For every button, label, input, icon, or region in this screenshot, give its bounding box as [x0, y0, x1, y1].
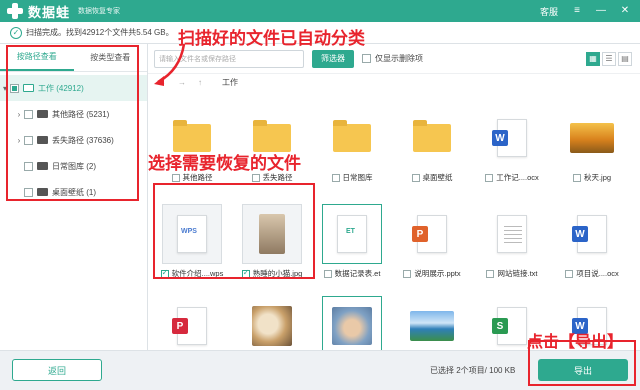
- file-checkbox[interactable]: [411, 173, 420, 182]
- file-item[interactable]: P 说明展示.pptx: [396, 200, 468, 294]
- ppt-doc-icon: P: [412, 215, 447, 253]
- filter-button[interactable]: 筛选器: [312, 49, 354, 68]
- title-bar: 数据蛙 数据恢复专家 客服 ≡ — ✕: [0, 0, 640, 22]
- detail-view-icon[interactable]: ▤: [618, 51, 632, 66]
- folder-icon: [333, 120, 371, 152]
- check-circle-icon: ✓: [10, 26, 22, 39]
- up-arrow-icon[interactable]: ↑: [198, 78, 202, 87]
- file-checkbox[interactable]: [331, 173, 340, 182]
- file-checkbox[interactable]: [485, 173, 494, 182]
- app-subtitle: 数据恢复专家: [78, 8, 121, 15]
- service-link[interactable]: 客服: [540, 5, 558, 18]
- view-switcher: ▦ ☰ ▤: [586, 51, 632, 66]
- file-checkbox[interactable]: [323, 269, 332, 278]
- cats-photo-icon: [252, 306, 292, 346]
- file-name: 数据记录表.et: [334, 269, 381, 278]
- file-item[interactable]: 桌面壁纸: [396, 104, 468, 198]
- sheet-doc-icon: S: [492, 307, 527, 345]
- list-view-icon[interactable]: ☰: [602, 51, 616, 66]
- selection-info: 已选择 2个项目/ 100 KB: [430, 366, 516, 375]
- breadcrumb-current: 工作: [222, 77, 238, 87]
- pdf-doc-icon: P: [172, 307, 207, 345]
- minimize-icon[interactable]: —: [596, 6, 606, 16]
- et-sheet-icon: ET: [337, 215, 367, 253]
- only-deleted-label: 仅显示删除项: [375, 54, 423, 63]
- app-logo-icon: [6, 2, 24, 20]
- only-deleted-checkbox[interactable]: [362, 54, 371, 63]
- file-name: 日常图库: [342, 173, 373, 182]
- file-item[interactable]: 日常图库: [316, 104, 388, 198]
- sidebar-highlight-box: [6, 45, 139, 201]
- annotation-click-export: 点击【导出】: [527, 334, 624, 351]
- only-deleted-toggle[interactable]: 仅显示删除项: [362, 53, 423, 64]
- lake-photo-icon: [410, 311, 454, 341]
- file-item[interactable]: 网站链接.txt: [476, 200, 548, 294]
- file-name: 项目说....ocx: [576, 269, 619, 278]
- word-doc-icon: W: [492, 119, 527, 157]
- file-checkbox[interactable]: [403, 269, 412, 278]
- folder-icon: [413, 120, 451, 152]
- app-name: 数据蛙: [28, 4, 71, 20]
- file-name: 秋天.jpg: [583, 173, 612, 182]
- scan-status-text: 扫描完成。找到42912个文件共5.54 GB。: [26, 28, 174, 37]
- breadcrumb: ← → ↑ 工作: [148, 74, 640, 90]
- selection-highlight-box: [153, 183, 315, 279]
- annotation-select-files: 选择需要恢复的文件: [148, 154, 301, 173]
- file-item[interactable]: W 项目说....ocx: [556, 200, 628, 294]
- close-icon[interactable]: ✕: [620, 6, 630, 16]
- word-doc-icon: W: [572, 215, 607, 253]
- folder-icon: [173, 120, 211, 152]
- annotation-auto-classify: 扫描好的文件已自动分类: [178, 29, 365, 48]
- file-name: 桌面壁纸: [422, 173, 453, 182]
- file-name: 说明展示.pptx: [414, 269, 461, 278]
- file-item[interactable]: W 工作记....ocx: [476, 104, 548, 198]
- txt-doc-icon: [497, 215, 527, 253]
- file-checkbox[interactable]: [486, 269, 495, 278]
- file-checkbox[interactable]: [572, 173, 581, 182]
- rabbit-photo-icon: [332, 307, 372, 345]
- file-checkbox[interactable]: [251, 173, 260, 182]
- file-checkbox[interactable]: [565, 269, 574, 278]
- file-name: 网站链接.txt: [497, 269, 538, 278]
- back-button[interactable]: 返回: [12, 359, 102, 381]
- file-checkbox[interactable]: [171, 173, 180, 182]
- autumn-photo-icon: [570, 123, 614, 153]
- file-item[interactable]: ET 数据记录表.et: [316, 200, 388, 294]
- menu-icon[interactable]: ≡: [572, 6, 582, 16]
- folder-icon: [253, 120, 291, 152]
- grid-view-icon[interactable]: ▦: [586, 51, 600, 66]
- file-item[interactable]: 秋天.jpg: [556, 104, 628, 198]
- file-name: 工作记....ocx: [496, 173, 539, 182]
